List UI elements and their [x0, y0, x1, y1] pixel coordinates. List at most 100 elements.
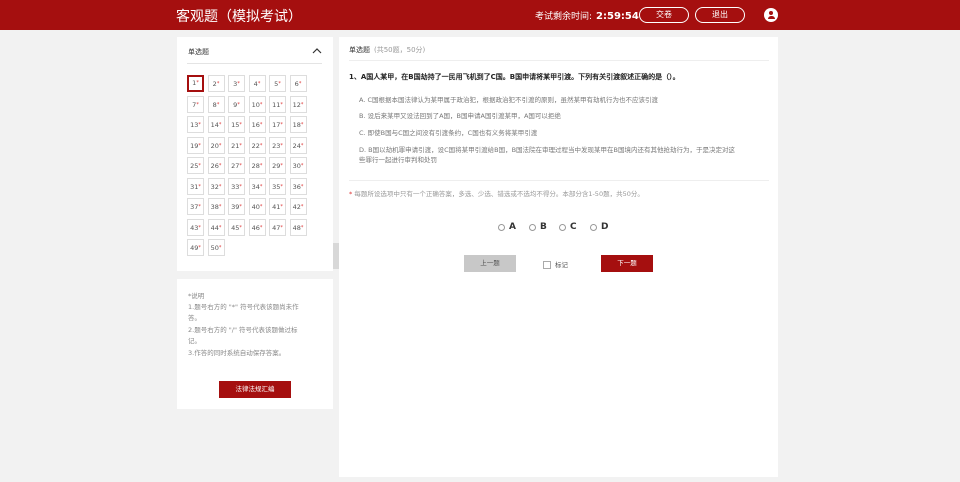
unanswered-mark: * [198, 224, 201, 231]
unanswered-mark: * [196, 101, 199, 108]
question-number-29[interactable]: 29* [269, 157, 286, 174]
mark-checkbox[interactable]: 标记 [543, 259, 568, 269]
choice-label: B [540, 222, 547, 232]
unanswered-mark: * [216, 101, 220, 108]
unanswered-mark: * [259, 122, 263, 128]
question-navigator: 单选题 1* 2* 3* 4* 5* 6* 7* 8* 9* 10* 11* 12* 13* 14* 15*… [177, 37, 333, 271]
radio-circle-icon [498, 224, 505, 231]
unanswered-mark: * [198, 245, 201, 251]
question-number-33[interactable]: 33* [228, 177, 245, 195]
question-number-37[interactable]: 37* [187, 198, 204, 215]
question-number-27[interactable]: 27* [228, 157, 245, 174]
question-number-label: 48 [292, 223, 301, 232]
question-panel: 单选题 (共50题，50分) 1、A国人某甲，在B国劫持了一民用飞机到了C国。B国… [339, 37, 778, 477]
question-number-47[interactable]: 47* [269, 218, 286, 236]
exit-button[interactable]: 退出 [695, 7, 745, 23]
question-number-1[interactable]: 1* [187, 75, 204, 92]
question-number-6[interactable]: 6* [289, 75, 307, 92]
section-header: 单选题 (共50题，50分) [349, 45, 425, 55]
previous-question-button[interactable]: 上一题 [464, 255, 516, 272]
question-number-28[interactable]: 28* [248, 157, 266, 174]
question-number-32[interactable]: 32* [207, 177, 225, 195]
question-number-13[interactable]: 13* [187, 116, 204, 133]
unanswered-mark: * [259, 224, 263, 231]
question-number-label: 28 [251, 162, 260, 170]
question-number-26[interactable]: 26* [207, 157, 225, 174]
question-number-label: 20 [210, 141, 219, 150]
question-number-42[interactable]: 42* [289, 198, 307, 215]
question-number-19[interactable]: 19* [187, 136, 204, 154]
unanswered-mark: * [280, 122, 283, 128]
question-number-36[interactable]: 36* [289, 177, 307, 195]
question-number-35[interactable]: 35* [269, 177, 286, 195]
unanswered-mark: * [280, 142, 283, 149]
question-number-20[interactable]: 20* [207, 136, 225, 154]
question-number-38[interactable]: 38* [207, 198, 225, 215]
question-number-41[interactable]: 41* [269, 198, 286, 215]
question-number-7[interactable]: 7* [187, 95, 204, 113]
unanswered-mark: * [237, 81, 240, 87]
question-number-22[interactable]: 22* [248, 136, 266, 154]
question-number-14[interactable]: 14* [207, 116, 225, 133]
option-c-text: C. 即使B国与C国之间没有引渡条约，C国也有义务将某甲引渡 [359, 129, 538, 137]
unanswered-mark: * [300, 142, 304, 149]
next-question-button[interactable]: 下一题 [601, 255, 653, 272]
question-number-17[interactable]: 17* [269, 116, 286, 133]
question-number-15[interactable]: 15* [228, 116, 245, 133]
unanswered-mark: * [196, 80, 199, 86]
note-line: 答。 [188, 314, 201, 322]
unanswered-mark: * [280, 163, 283, 169]
question-number-4[interactable]: 4* [248, 75, 266, 92]
unanswered-mark: * [218, 245, 222, 251]
question-number-49[interactable]: 49* [187, 239, 204, 256]
question-number-label: 16 [251, 121, 260, 129]
question-number-2[interactable]: 2* [207, 75, 225, 92]
question-number-39[interactable]: 39* [228, 198, 245, 215]
note-line: 2.题号右方的 "/" 符号代表该题做过标 [188, 326, 298, 334]
question-number-43[interactable]: 43* [187, 218, 204, 236]
question-text: 1、A国人某甲，在B国劫持了一民用飞机到了C国。B国申请将某甲引渡。下列有关引渡… [349, 73, 680, 81]
question-number-21[interactable]: 21* [228, 136, 245, 154]
question-number-3[interactable]: 3* [228, 75, 245, 92]
question-number-46[interactable]: 46* [248, 218, 266, 236]
scoring-remark: * 每题所设选项中只有一个正确答案，多选、少选、错选或不选均不得分。本部分含1-… [349, 188, 644, 198]
question-number-25[interactable]: 25* [187, 157, 204, 174]
unanswered-mark: * [216, 81, 220, 87]
remark-asterisk: * [349, 190, 353, 198]
unanswered-mark: * [278, 81, 281, 87]
app-title: 客观题（模拟考试） [176, 9, 302, 25]
section-title: 单选题 [349, 46, 370, 54]
question-number-9[interactable]: 9* [228, 95, 245, 113]
question-number-label: 26 [210, 162, 219, 170]
unanswered-mark: * [239, 122, 242, 128]
unanswered-mark: * [257, 81, 261, 87]
question-number-label: 14 [210, 121, 219, 129]
question-number-31[interactable]: 31* [187, 177, 204, 195]
question-number-48[interactable]: 48* [289, 218, 307, 236]
question-number-10[interactable]: 10* [248, 95, 266, 113]
option-b-text: B. 设后来某甲又设法回到了A国，B国申请A国引渡某甲，A国可以拒绝 [359, 112, 561, 120]
question-number-24[interactable]: 24* [289, 136, 307, 154]
chevron-up-icon[interactable] [312, 46, 322, 56]
question-number-12[interactable]: 12* [289, 95, 307, 113]
question-number-30[interactable]: 30* [289, 157, 307, 174]
submit-button[interactable]: 交卷 [639, 7, 689, 23]
question-number-44[interactable]: 44* [207, 218, 225, 236]
question-number-label: 32 [210, 182, 219, 191]
question-number-50[interactable]: 50* [207, 239, 225, 256]
notes-panel: *说明 1.题号右方的 "*" 符号代表该题尚未作 答。 2.题号右方的 "/"… [177, 279, 333, 409]
law-compilation-button[interactable]: 法律法规汇编 [219, 381, 291, 398]
unanswered-mark: * [280, 204, 283, 210]
question-number-34[interactable]: 34* [248, 177, 266, 195]
question-number-label: 40 [251, 203, 260, 211]
question-number-40[interactable]: 40* [248, 198, 266, 215]
question-number-18[interactable]: 18* [289, 116, 307, 133]
question-number-45[interactable]: 45* [228, 218, 245, 236]
question-number-16[interactable]: 16* [248, 116, 266, 133]
question-number-5[interactable]: 5* [269, 75, 286, 92]
user-icon[interactable] [764, 8, 778, 22]
question-number-8[interactable]: 8* [207, 95, 225, 113]
question-number-23[interactable]: 23* [269, 136, 286, 154]
section-subtitle: (共50题，50分) [374, 46, 426, 54]
question-number-11[interactable]: 11* [269, 95, 286, 113]
